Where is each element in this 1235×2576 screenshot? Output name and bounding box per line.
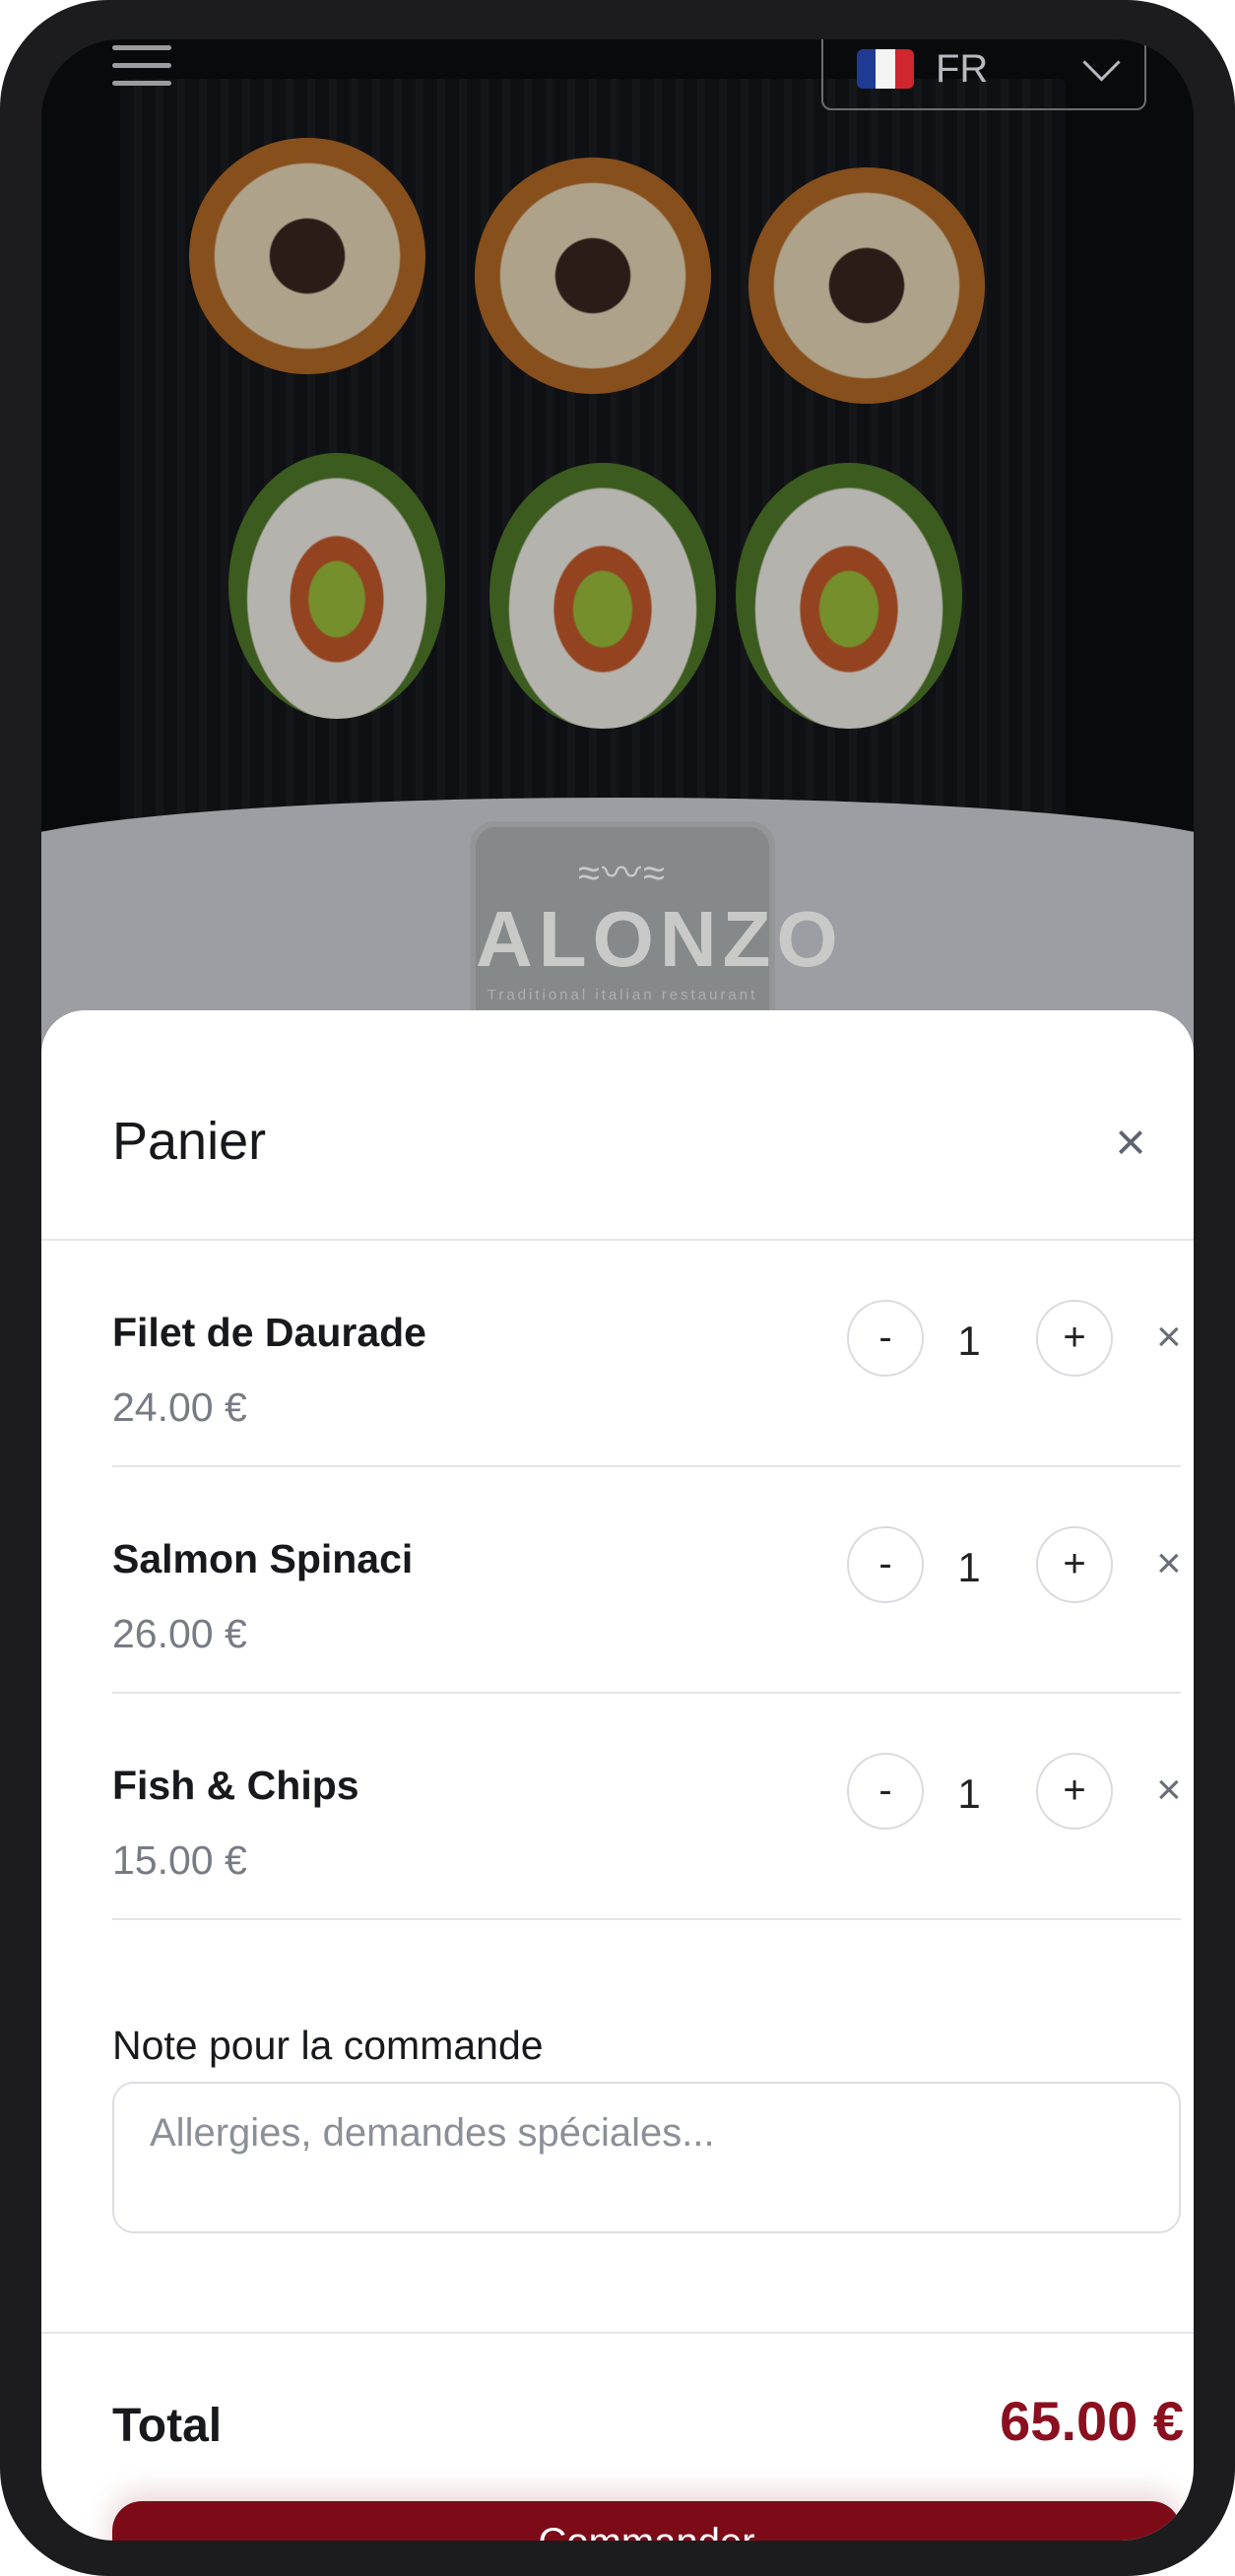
hamburger-menu-icon[interactable]: [112, 45, 171, 91]
remove-item-icon[interactable]: ×: [1156, 1316, 1182, 1359]
item-quantity: 1: [957, 1318, 981, 1364]
cart-sheet: Panier × Filet de Daurade 24.00 € - 1 + …: [41, 1010, 1194, 2541]
order-note-label: Note pour la commande: [112, 2023, 544, 2068]
increase-quantity-button[interactable]: +: [1036, 1526, 1113, 1603]
item-price: 15.00 €: [112, 1837, 247, 1883]
item-name: Salmon Spinaci: [112, 1536, 414, 1581]
close-icon[interactable]: ×: [1107, 1116, 1154, 1169]
language-code: FR: [936, 46, 989, 91]
item-price: 26.00 €: [112, 1611, 247, 1656]
chevron-down-icon: [1082, 42, 1121, 82]
item-name: Fish & Chips: [112, 1763, 359, 1808]
france-flag-icon: [857, 49, 914, 89]
divider: [41, 2332, 1194, 2334]
device-frame: FR ≈〰≈ ALONZO Traditional italian restau…: [0, 0, 1235, 2576]
increase-quantity-button[interactable]: +: [1036, 1300, 1113, 1377]
order-note-field[interactable]: [112, 2082, 1181, 2233]
mustache-icon: ≈〰≈: [578, 852, 667, 895]
screen: FR ≈〰≈ ALONZO Traditional italian restau…: [41, 39, 1194, 2541]
decrease-quantity-button[interactable]: -: [847, 1526, 924, 1603]
cart-item: Salmon Spinaci 26.00 € - 1 + ×: [112, 1465, 1182, 1694]
logo-name: ALONZO: [476, 895, 844, 983]
item-price: 24.00 €: [112, 1385, 247, 1430]
cart-header: Panier ×: [41, 1010, 1194, 1241]
increase-quantity-button[interactable]: +: [1036, 1753, 1113, 1830]
total-value: 65.00 €: [1000, 2390, 1184, 2452]
order-button[interactable]: Commander: [112, 2501, 1181, 2541]
logo-tagline: Traditional italian restaurant: [487, 987, 758, 1003]
total-label: Total: [112, 2400, 223, 2452]
cart-item: Filet de Daurade 24.00 € - 1 + ×: [112, 1239, 1182, 1467]
cart-item: Fish & Chips 15.00 € - 1 + ×: [112, 1692, 1182, 1920]
language-selector[interactable]: FR: [821, 39, 1146, 110]
decrease-quantity-button[interactable]: -: [847, 1300, 924, 1377]
cart-title: Panier: [112, 1112, 267, 1171]
item-name: Filet de Daurade: [112, 1310, 426, 1355]
restaurant-logo: ≈〰≈ ALONZO Traditional italian restauran…: [470, 821, 844, 1040]
decrease-quantity-button[interactable]: -: [847, 1753, 924, 1830]
remove-item-icon[interactable]: ×: [1156, 1769, 1182, 1812]
item-quantity: 1: [957, 1544, 981, 1590]
remove-item-icon[interactable]: ×: [1156, 1542, 1182, 1585]
item-quantity: 1: [957, 1771, 981, 1817]
